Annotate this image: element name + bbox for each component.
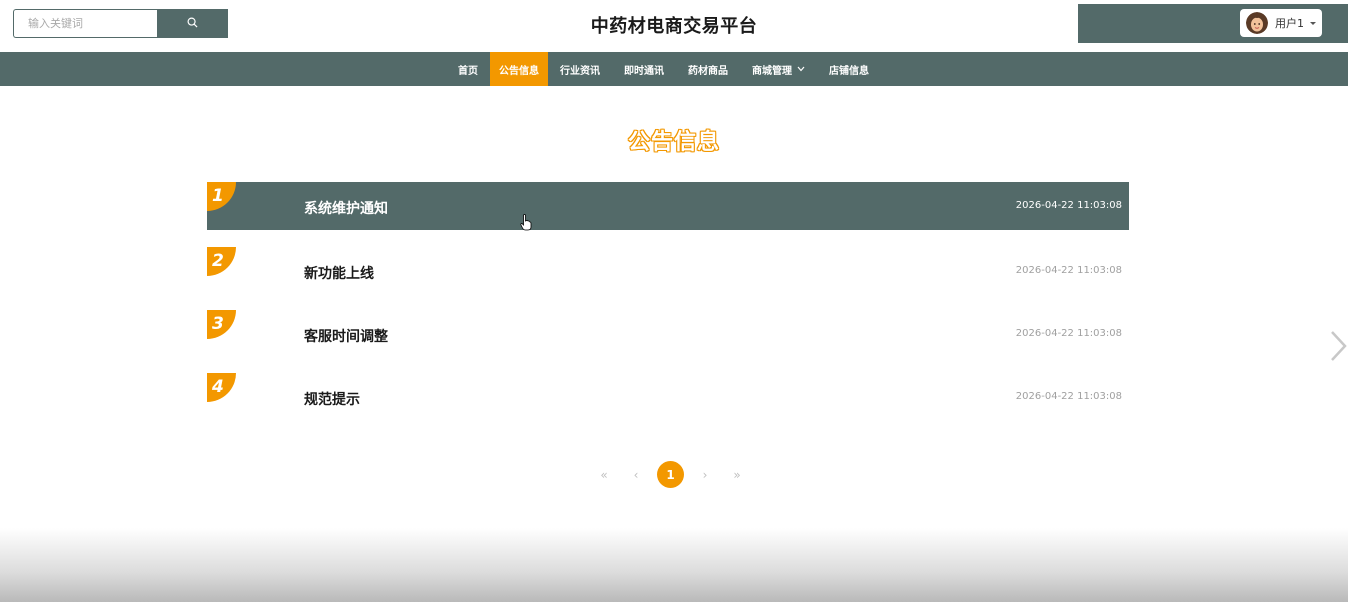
- nav-label: 店铺信息: [829, 65, 869, 77]
- user-avatar: [1246, 12, 1268, 34]
- notice-title[interactable]: 规范提示: [304, 389, 360, 409]
- current-page-button[interactable]: 1: [657, 461, 684, 488]
- nav-label: 即时通讯: [624, 65, 664, 77]
- chevron-down-icon: [797, 64, 805, 75]
- notice-row[interactable]: 3 客服时间调整 2026-04-22 11:03:08: [207, 310, 1129, 358]
- nav-item-home[interactable]: 首页: [446, 52, 490, 86]
- nav-label: 商城管理: [752, 65, 792, 77]
- caret-down-icon: [1310, 21, 1316, 25]
- nav-label: 行业资讯: [560, 65, 600, 77]
- number-badge: 4: [207, 373, 236, 402]
- notice-date: 2026-04-22 11:03:08: [1015, 328, 1122, 339]
- notice-title[interactable]: 系统维护通知: [304, 198, 388, 218]
- nav-label: 首页: [458, 65, 478, 77]
- notice-date: 2026-04-22 11:03:08: [1015, 200, 1122, 211]
- user-name: 用户1: [1275, 17, 1304, 30]
- nav-item-announcements[interactable]: 公告信息: [490, 52, 548, 86]
- number-badge: 2: [207, 247, 236, 276]
- nav-item-mall-management[interactable]: 商城管理: [740, 52, 817, 86]
- nav-item-industry-news[interactable]: 行业资讯: [548, 52, 612, 86]
- nav-item-store-info[interactable]: 店铺信息: [817, 52, 881, 86]
- user-panel: 用户1: [1078, 4, 1348, 43]
- nav-item-instant-messaging[interactable]: 即时通讯: [612, 52, 676, 86]
- chevron-right-icon[interactable]: [1328, 330, 1348, 362]
- number-badge: 3: [207, 310, 236, 339]
- last-page-button[interactable]: »: [721, 468, 753, 482]
- footer-background: [0, 528, 1348, 602]
- first-page-button[interactable]: «: [588, 468, 620, 482]
- notice-date: 2026-04-22 11:03:08: [1015, 265, 1122, 276]
- notice-title[interactable]: 新功能上线: [304, 263, 374, 283]
- next-page-button[interactable]: ›: [689, 468, 721, 482]
- notice-row[interactable]: 2 新功能上线 2026-04-22 11:03:08: [207, 247, 1129, 295]
- hand-cursor-icon: [520, 214, 532, 235]
- nav-item-herb-products[interactable]: 药材商品: [676, 52, 740, 86]
- prev-page-button[interactable]: ‹: [620, 468, 652, 482]
- notice-title[interactable]: 客服时间调整: [304, 326, 388, 346]
- notice-row[interactable]: 4 规范提示 2026-04-22 11:03:08: [207, 373, 1129, 421]
- user-menu-button[interactable]: 用户1: [1240, 9, 1322, 37]
- nav-label: 公告信息: [499, 65, 539, 77]
- main-nav: 首页 公告信息 行业资讯 即时通讯 药材商品 商城管理 店铺信息: [0, 52, 1348, 86]
- section-title: 公告信息: [627, 130, 720, 155]
- pagination: « ‹ 1 › »: [588, 461, 753, 488]
- number-badge: 1: [207, 182, 236, 211]
- nav-label: 药材商品: [688, 65, 728, 77]
- notice-row[interactable]: 1 系统维护通知 2026-04-22 11:03:08: [207, 182, 1129, 230]
- notice-date: 2026-04-22 11:03:08: [1015, 391, 1122, 402]
